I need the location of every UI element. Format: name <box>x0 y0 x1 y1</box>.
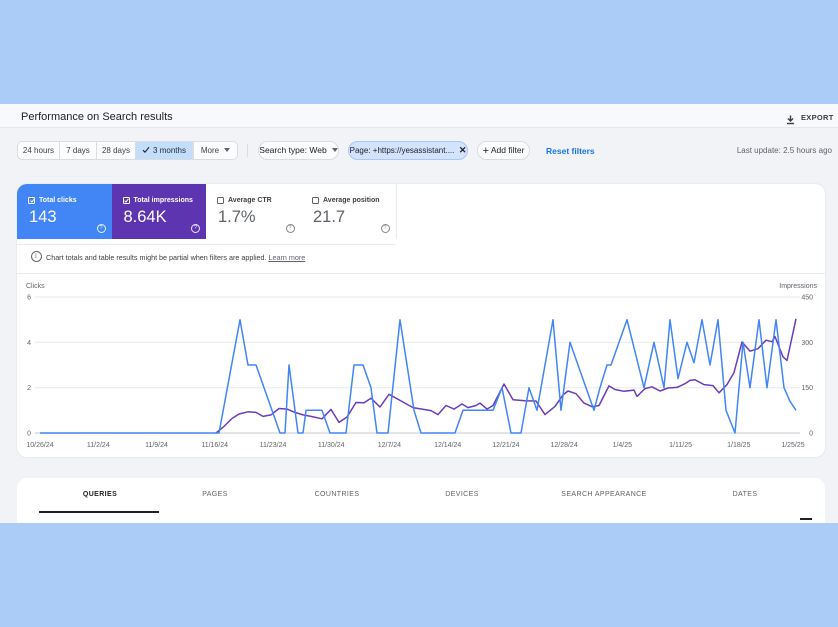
svg-text:11/2/24: 11/2/24 <box>87 442 110 449</box>
svg-text:12/14/24: 12/14/24 <box>434 442 461 449</box>
svg-text:4: 4 <box>27 340 31 347</box>
svg-text:0: 0 <box>809 431 813 438</box>
svg-text:11/16/24: 11/16/24 <box>201 442 228 449</box>
svg-text:6: 6 <box>27 295 31 302</box>
svg-text:11/30/24: 11/30/24 <box>318 442 345 449</box>
svg-text:11/9/24: 11/9/24 <box>145 442 168 449</box>
svg-text:Impressions: Impressions <box>779 283 817 290</box>
svg-text:10/26/24: 10/26/24 <box>26 442 53 449</box>
svg-text:12/7/24: 12/7/24 <box>378 442 401 449</box>
svg-text:12/28/24: 12/28/24 <box>550 442 577 449</box>
svg-text:12/21/24: 12/21/24 <box>492 442 519 449</box>
svg-text:1/11/25: 1/11/25 <box>669 442 692 449</box>
svg-text:1/4/25: 1/4/25 <box>613 442 633 449</box>
svg-text:11/23/24: 11/23/24 <box>260 442 287 449</box>
svg-text:1/18/25: 1/18/25 <box>727 442 750 449</box>
svg-text:Clicks: Clicks <box>26 283 45 290</box>
svg-text:150: 150 <box>801 385 813 392</box>
svg-text:0: 0 <box>27 431 31 438</box>
svg-text:2: 2 <box>27 385 31 392</box>
svg-text:1/25/25: 1/25/25 <box>781 442 804 449</box>
svg-text:300: 300 <box>801 340 813 347</box>
svg-text:450: 450 <box>801 295 813 302</box>
